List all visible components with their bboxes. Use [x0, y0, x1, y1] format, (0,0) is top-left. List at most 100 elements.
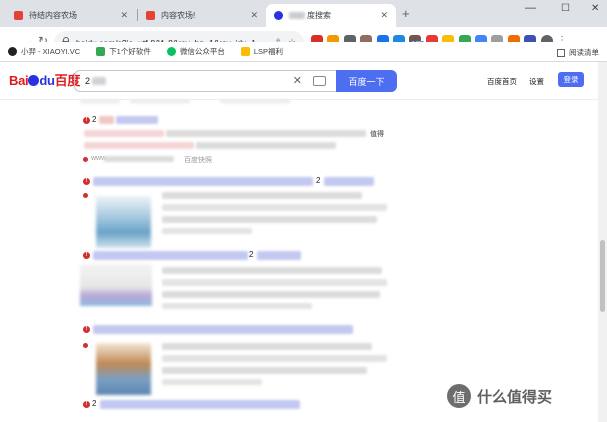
result-title[interactable]: [99, 116, 114, 124]
logo-bai: Bai: [9, 73, 29, 88]
paw-icon: [28, 75, 40, 86]
tab-1[interactable]: 待结内容农场 ✕: [6, 4, 136, 27]
result-snippet: [162, 267, 382, 274]
result-snippet: [162, 216, 377, 223]
baidu-favicon: [274, 11, 283, 20]
bookmark-item[interactable]: 微信公众平台: [166, 46, 225, 57]
bookmark-label: 下1个好软件: [109, 47, 151, 56]
bookmark-label: LSP福利: [253, 47, 284, 56]
warning-icon: !: [83, 117, 90, 124]
bookmark-icon: [8, 47, 17, 56]
blurred-text: [220, 100, 290, 103]
result-snippet: [162, 279, 387, 286]
warning-icon: !: [83, 326, 90, 333]
result-thumbnail[interactable]: [96, 196, 151, 248]
result-title-num[interactable]: 2: [92, 115, 96, 124]
tab-title: 度搜索: [307, 11, 331, 20]
result-snippet: [84, 142, 194, 149]
blurred-text: [80, 100, 120, 103]
bookmark-item[interactable]: 小羿 - XIAOYI.VC: [8, 46, 80, 57]
folder-icon: [240, 47, 250, 56]
watermark-text: 什么值得买: [477, 388, 553, 406]
watermark-icon: 值: [447, 384, 471, 408]
warning-icon: !: [83, 252, 90, 259]
result-title[interactable]: [93, 251, 248, 260]
search-button[interactable]: 百度一下: [336, 70, 397, 92]
close-icon[interactable]: ✕: [380, 10, 388, 21]
result-snippet: [196, 142, 336, 149]
result-snippet: [166, 130, 366, 137]
camera-icon[interactable]: [313, 76, 326, 86]
watermark: 值 什么值得买: [447, 384, 552, 408]
result-title[interactable]: [100, 400, 300, 409]
tab-favicon: [146, 11, 155, 20]
minimize-button[interactable]: —: [525, 2, 536, 14]
bookmark-label: 微信公众平台: [179, 47, 225, 56]
tab-strip: 待结内容农场 ✕ 内容农场! ✕ 度搜索 ✕ + — ☐ ✕: [0, 0, 607, 27]
warning-icon: !: [83, 401, 90, 408]
result-snippet: [162, 291, 380, 298]
clear-icon[interactable]: ✕: [293, 74, 302, 87]
dot-icon: [83, 343, 88, 348]
result-snippet: [162, 355, 387, 362]
tab-3-active[interactable]: 度搜索 ✕: [266, 4, 396, 27]
maximize-button[interactable]: ☐: [561, 3, 570, 14]
result-snippet: [162, 367, 367, 374]
settings-link[interactable]: 设置: [529, 76, 544, 87]
redacted-query: [92, 77, 107, 85]
search-query[interactable]: 2: [85, 76, 90, 86]
bookmark-item[interactable]: LSP福利: [240, 46, 284, 57]
close-icon[interactable]: ✕: [120, 10, 128, 21]
result-url: [162, 303, 312, 309]
scrollbar-thumb[interactable]: [600, 240, 605, 312]
warning-icon: !: [83, 178, 90, 185]
redacted-query: [289, 12, 305, 19]
result-thumbnail[interactable]: [80, 264, 152, 306]
blurred-text: [130, 100, 190, 103]
result-title[interactable]: [93, 177, 313, 186]
bookmark-item[interactable]: 下1个好软件: [96, 46, 151, 57]
result-title[interactable]: [324, 177, 374, 186]
bookmark-icon: [96, 47, 106, 56]
home-link[interactable]: 百度首页: [487, 76, 517, 87]
search-input[interactable]: 2 ✕: [74, 70, 336, 92]
wechat-icon: [166, 47, 176, 56]
result-url: [104, 156, 174, 162]
snapshot-link[interactable]: 百度快照: [184, 155, 212, 165]
result-snippet: [84, 130, 164, 137]
bookmark-label: 小羿 - XIAOYI.VC: [21, 47, 81, 56]
login-button[interactable]: 登录: [558, 72, 584, 87]
result-snippet-tail: 值得: [370, 131, 384, 138]
dot-icon: [83, 193, 88, 198]
tab-favicon: [14, 11, 23, 20]
result-snippet: [162, 192, 362, 199]
tab-title: 内容农场!: [161, 11, 196, 20]
result-title[interactable]: [116, 116, 158, 124]
result-url: [162, 379, 262, 385]
result-title[interactable]: [257, 251, 301, 260]
result-title-num[interactable]: 2: [316, 176, 320, 185]
tab-2[interactable]: 内容农场! ✕: [138, 4, 266, 27]
close-window-button[interactable]: ✕: [591, 3, 599, 14]
dot-icon: [83, 157, 88, 162]
result-snippet: [162, 343, 372, 350]
new-tab-button[interactable]: +: [402, 6, 410, 21]
close-icon[interactable]: ✕: [250, 10, 258, 21]
result-title-num[interactable]: 2: [92, 399, 96, 408]
reading-list-icon: [557, 48, 565, 57]
baidu-logo[interactable]: Bai du百度: [9, 70, 80, 89]
reading-list[interactable]: 阅读清单: [557, 47, 599, 58]
bookmarks-bar: 小羿 - XIAOYI.VC 下1个好软件 微信公众平台 LSP福利 阅读清单: [0, 42, 607, 62]
result-url: [162, 228, 252, 234]
result-title[interactable]: [93, 325, 353, 334]
baidu-header: Bai du百度 2 ✕ 百度一下 百度首页 设置 登录: [0, 62, 598, 98]
browser-window: 待结内容农场 ✕ 内容农场! ✕ 度搜索 ✕ + — ☐ ✕ ← → ↻ bai…: [0, 0, 607, 422]
result-snippet: [162, 204, 387, 211]
reading-list-label: 阅读清单: [569, 48, 599, 57]
logo-du: du: [39, 73, 55, 88]
result-title-num[interactable]: 2: [249, 250, 253, 259]
vertical-scrollbar[interactable]: [598, 62, 607, 422]
tab-title: 待结内容农场: [29, 11, 77, 20]
result-thumbnail[interactable]: [96, 343, 151, 395]
search-results: ! 2 值得 www 百度快照 ! 2 ! 2 ! ! 2: [0, 100, 598, 422]
